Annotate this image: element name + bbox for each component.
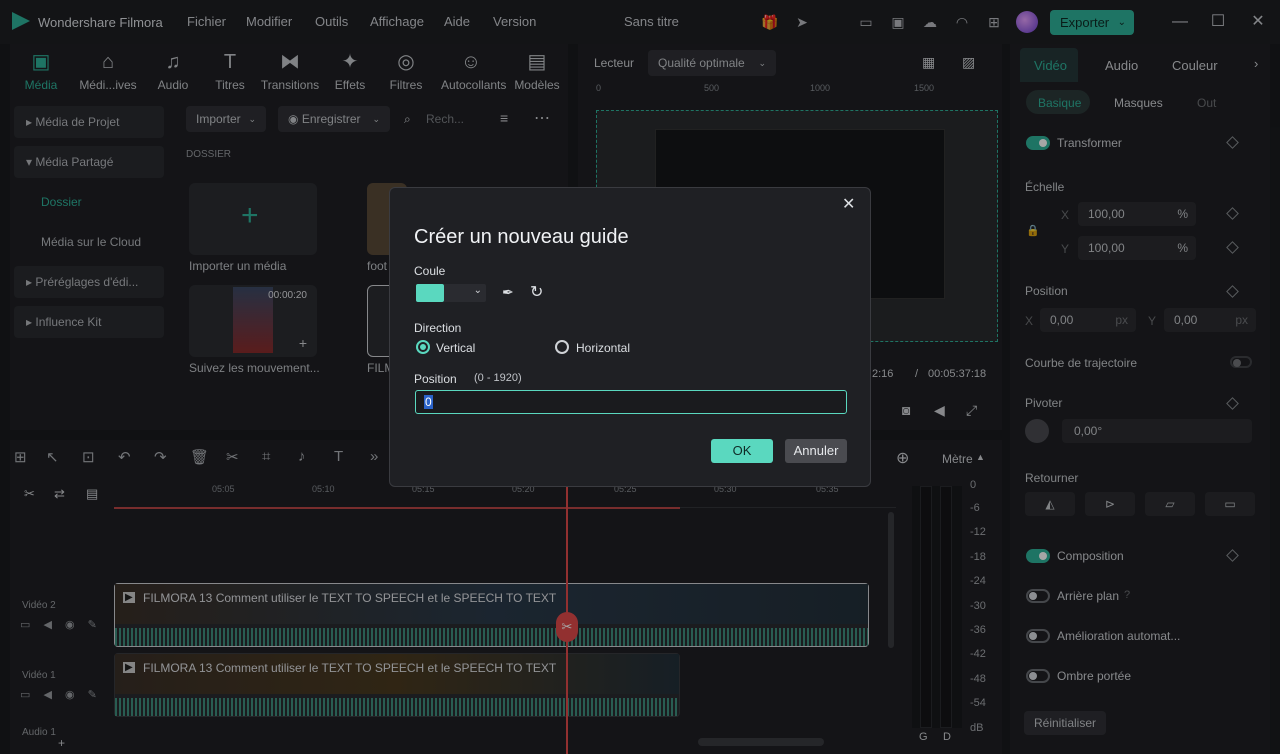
direction-label: Direction bbox=[414, 321, 462, 335]
color-label: Coule bbox=[414, 264, 446, 278]
eyedropper-icon[interactable]: ✒ bbox=[502, 284, 514, 301]
new-guide-dialog: ✕ Créer un nouveau guide Coule ⌄ ✒ ↻ Dir… bbox=[389, 187, 871, 487]
position-value: 0 bbox=[424, 395, 433, 409]
cancel-button[interactable]: Annuler bbox=[785, 439, 847, 463]
close-icon[interactable]: ✕ bbox=[842, 194, 855, 214]
ok-button[interactable]: OK bbox=[711, 439, 773, 463]
radio-vertical[interactable] bbox=[416, 340, 430, 354]
reset-color-icon[interactable]: ↻ bbox=[530, 282, 543, 302]
position-range: (0 - 1920) bbox=[474, 372, 522, 384]
dialog-title: Créer un nouveau guide bbox=[414, 226, 629, 248]
radio-horizontal[interactable] bbox=[555, 340, 569, 354]
position-label: Position bbox=[414, 372, 457, 386]
color-dropdown[interactable]: ⌄ bbox=[444, 284, 486, 302]
radio-vertical-label[interactable]: Vertical bbox=[436, 341, 475, 355]
position-input[interactable]: 0 bbox=[415, 390, 847, 414]
color-swatch[interactable] bbox=[416, 284, 444, 302]
radio-horizontal-label[interactable]: Horizontal bbox=[576, 341, 630, 355]
chevron-down-icon: ⌄ bbox=[473, 285, 482, 296]
